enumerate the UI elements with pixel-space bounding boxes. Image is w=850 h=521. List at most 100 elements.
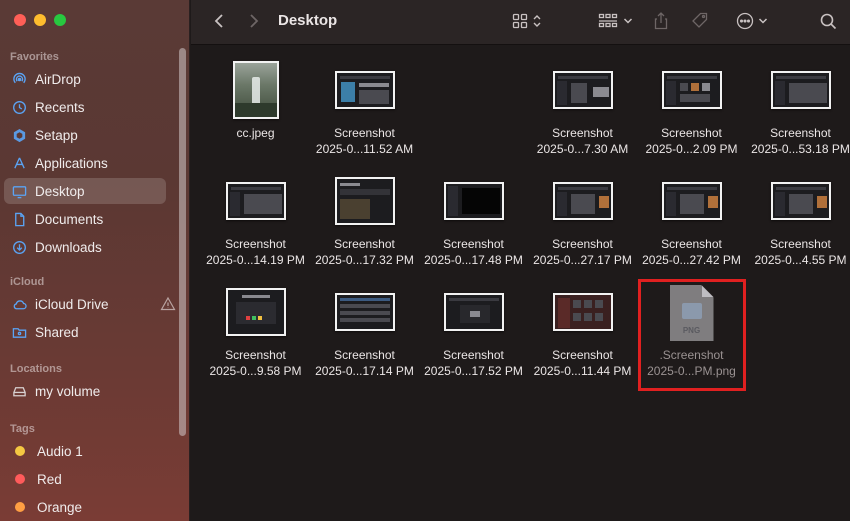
desktop-icon — [11, 183, 27, 199]
sidebar-heading: Favorites — [0, 48, 190, 66]
screenshot-thumbnail — [553, 71, 613, 109]
sidebar-item-airdrop[interactable]: AirDrop — [4, 66, 166, 92]
document-icon — [11, 211, 27, 227]
file-date: 2025-0...14.19 PM — [206, 252, 305, 268]
back-button[interactable] — [209, 10, 229, 32]
grid-view-icon — [512, 13, 528, 29]
minimize-window-button[interactable] — [34, 14, 46, 26]
screenshot-thumbnail — [553, 182, 613, 220]
sidebar-item-icloud-drive[interactable]: iCloud Drive — [4, 291, 166, 317]
tag-button[interactable] — [689, 10, 711, 32]
selection-highlight-box — [638, 279, 746, 391]
more-actions-button[interactable] — [733, 10, 771, 32]
file-item[interactable]: Screenshot 2025-0...53.18 PM — [746, 60, 850, 168]
file-date: 2025-0...17.32 PM — [315, 252, 414, 268]
window-title: Desktop — [278, 12, 337, 29]
file-item[interactable]: Screenshot 2025-0...4.55 PM — [746, 171, 850, 279]
tag-color-dot — [15, 502, 25, 512]
sidebar-item-label: Downloads — [35, 240, 166, 255]
clock-icon — [11, 99, 27, 115]
updown-chevron-icon — [532, 14, 542, 28]
file-item[interactable] — [419, 60, 528, 168]
chevron-down-icon — [758, 17, 768, 25]
sidebar-item-label: Recents — [35, 100, 166, 115]
sidebar-section-tags: Tags Audio 1 Red Orange — [0, 420, 190, 521]
close-window-button[interactable] — [14, 14, 26, 26]
file-name: Screenshot — [334, 125, 395, 141]
file-grid: cc.jpeg Screenshot 2025-0...11.52 AM Scr… — [191, 46, 850, 521]
window-controls — [14, 14, 66, 26]
file-item[interactable]: Screenshot 2025-0...11.44 PM — [528, 282, 637, 390]
file-item[interactable]: Screenshot 2025-0...11.52 AM — [310, 60, 419, 168]
file-date: 2025-0...4.55 PM — [754, 252, 846, 268]
screenshot-thumbnail — [662, 71, 722, 109]
file-item[interactable]: Screenshot 2025-0...7.30 AM — [528, 60, 637, 168]
applications-icon — [11, 155, 27, 171]
sidebar-item-setapp[interactable]: Setapp — [4, 122, 166, 148]
share-button[interactable] — [651, 10, 671, 32]
sidebar-item-desktop[interactable]: Desktop — [4, 178, 166, 204]
sidebar-item-tag-red[interactable]: Red — [4, 466, 166, 492]
sidebar-item-label: Setapp — [35, 128, 166, 143]
search-button[interactable] — [817, 10, 839, 32]
file-name: Screenshot — [661, 236, 722, 252]
screenshot-thumbnail — [226, 182, 286, 220]
view-mode-button[interactable] — [509, 10, 545, 32]
sidebar-item-label: Orange — [37, 500, 166, 515]
file-item[interactable]: Screenshot 2025-0...2.09 PM — [637, 60, 746, 168]
file-date: 2025-0...17.52 PM — [424, 363, 523, 379]
file-item[interactable]: Screenshot 2025-0...17.52 PM — [419, 282, 528, 390]
sidebar-item-recents[interactable]: Recents — [4, 94, 166, 120]
file-date: 2025-0...27.17 PM — [533, 252, 632, 268]
forward-button[interactable] — [244, 10, 264, 32]
file-date: 2025-0...11.44 PM — [534, 363, 632, 379]
sidebar-section-icloud: iCloud iCloud Drive Shared — [0, 273, 190, 347]
sidebar-item-label: Red — [37, 472, 166, 487]
group-by-button[interactable] — [595, 10, 635, 32]
file-item[interactable]: Screenshot 2025-0...9.58 PM — [201, 282, 310, 390]
sidebar-item-label: Desktop — [35, 184, 166, 199]
file-name: Screenshot — [552, 347, 613, 363]
file-date: 2025-0...2.09 PM — [645, 141, 737, 157]
sidebar-section-favorites: Favorites AirDrop Recents Setapp Applica… — [0, 48, 190, 262]
sidebar-item-label: Documents — [35, 212, 166, 227]
file-item[interactable]: cc.jpeg — [201, 60, 310, 168]
file-name: Screenshot — [443, 236, 504, 252]
shared-folder-icon — [11, 324, 27, 340]
sidebar-heading: iCloud — [0, 273, 190, 291]
file-name: Screenshot — [225, 347, 286, 363]
ellipsis-circle-icon — [736, 12, 754, 30]
sidebar-item-documents[interactable]: Documents — [4, 206, 166, 232]
chevron-left-icon — [214, 13, 224, 29]
sidebar-item-my-volume[interactable]: my volume — [4, 378, 166, 404]
file-item[interactable]: Screenshot 2025-0...14.19 PM — [201, 171, 310, 279]
file-date: 2025-0...53.18 PM — [751, 141, 850, 157]
file-item[interactable]: Screenshot 2025-0...27.17 PM — [528, 171, 637, 279]
file-name: Screenshot — [225, 236, 286, 252]
file-item[interactable]: Screenshot 2025-0...17.32 PM — [310, 171, 419, 279]
drive-icon — [11, 383, 27, 399]
file-item[interactable]: Screenshot 2025-0...27.42 PM — [637, 171, 746, 279]
sidebar-item-tag-audio-1[interactable]: Audio 1 — [4, 438, 166, 464]
file-item[interactable]: Screenshot 2025-0...17.48 PM — [419, 171, 528, 279]
share-icon — [654, 12, 668, 30]
file-name: Screenshot — [661, 125, 722, 141]
sidebar-scrollbar[interactable] — [179, 48, 186, 436]
screenshot-thumbnail — [335, 293, 395, 331]
sidebar-item-tag-orange[interactable]: Orange — [4, 494, 166, 520]
file-date: 2025-0...11.52 AM — [316, 141, 413, 157]
sidebar: Favorites AirDrop Recents Setapp Applica… — [0, 0, 190, 521]
group-icon — [598, 13, 618, 29]
sidebar-item-shared[interactable]: Shared — [4, 319, 166, 345]
sidebar-item-downloads[interactable]: Downloads — [4, 234, 166, 260]
screenshot-thumbnail — [662, 182, 722, 220]
sidebar-item-applications[interactable]: Applications — [4, 150, 166, 176]
zoom-window-button[interactable] — [54, 14, 66, 26]
airdrop-icon — [11, 71, 27, 87]
sidebar-section-locations: Locations my volume — [0, 360, 190, 406]
file-date: 2025-0...27.42 PM — [642, 252, 741, 268]
file-name: Screenshot — [552, 125, 613, 141]
file-date: 2025-0...9.58 PM — [209, 363, 301, 379]
file-item[interactable]: Screenshot 2025-0...17.14 PM — [310, 282, 419, 390]
sidebar-heading: Tags — [0, 420, 190, 438]
